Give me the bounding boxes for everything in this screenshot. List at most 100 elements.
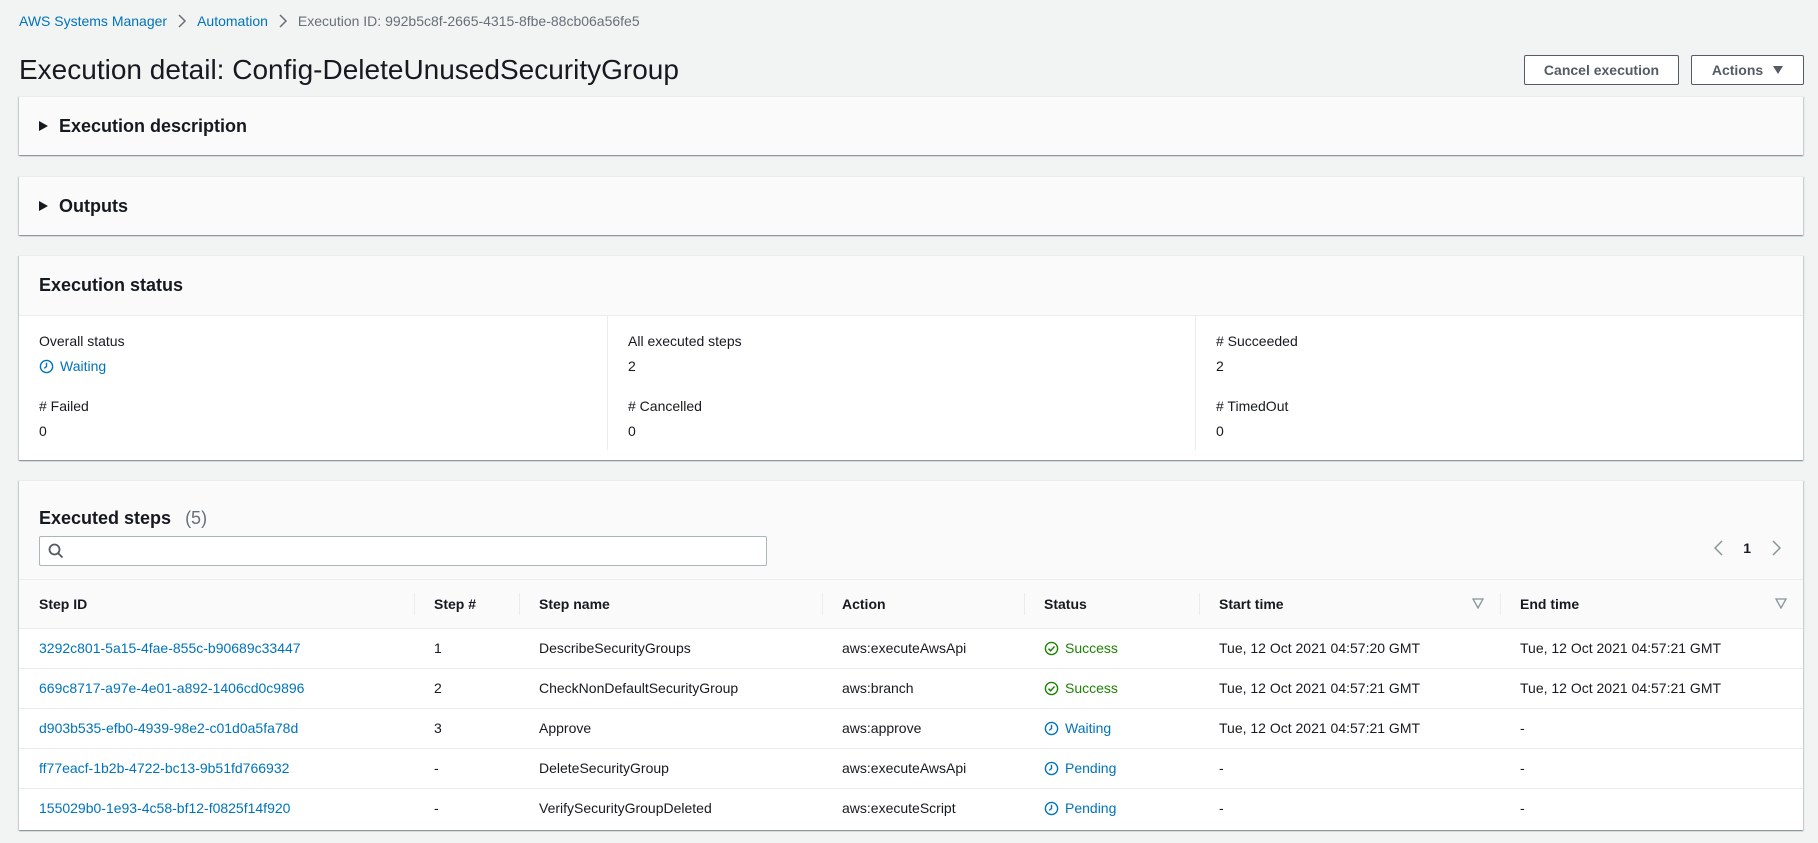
step-end-time: - (1500, 708, 1803, 749)
step-action: aws:approve (822, 708, 1024, 749)
column-header-action[interactable]: Action (822, 580, 1024, 629)
clock-icon (1044, 761, 1059, 775)
caret-right-icon (39, 201, 48, 211)
table-header-row: Step ID Step # Step name Action Status S… (19, 580, 1803, 629)
all-steps-value: 2 (628, 358, 636, 374)
failed-value: 0 (39, 423, 47, 439)
page-title: Execution detail: Config-DeleteUnusedSec… (19, 54, 679, 85)
timedout-label: # TimedOut (1216, 398, 1289, 414)
step-start-time: Tue, 12 Oct 2021 04:57:21 GMT (1199, 668, 1500, 709)
column-header-status[interactable]: Status (1024, 580, 1199, 629)
step-status: Success (1044, 680, 1199, 696)
sort-icon[interactable] (1472, 598, 1484, 609)
execution-status-title: Execution status (39, 275, 184, 295)
step-name: DeleteSecurityGroup (519, 748, 822, 789)
column-header-step-number[interactable]: Step # (414, 580, 519, 629)
executed-steps-title: Executed steps (39, 508, 172, 528)
succeeded-field: # Succeeded 2 (1216, 332, 1783, 375)
actions-label: Actions (1711, 62, 1764, 78)
cancelled-value: 0 (628, 423, 636, 439)
step-status: Success (1044, 640, 1199, 656)
step-status: Pending (1044, 760, 1199, 776)
step-number: 3 (414, 708, 519, 749)
step-action: aws:executeAwsApi (822, 628, 1024, 669)
step-id-link[interactable]: d903b535-efb0-4939-98e2-c01d0a5fa78d (39, 720, 298, 736)
steps-search-box[interactable] (39, 536, 767, 566)
all-steps-label: All executed steps (628, 333, 742, 349)
step-action: aws:branch (822, 668, 1024, 709)
cancel-execution-button[interactable]: Cancel execution (1524, 55, 1679, 85)
execution-description-title: Execution description (59, 115, 248, 136)
execution-description-toggle[interactable]: Execution description (19, 97, 1803, 155)
outputs-toggle[interactable]: Outputs (19, 177, 1803, 235)
sort-icon[interactable] (1775, 598, 1787, 609)
column-header-step-id[interactable]: Step ID (19, 580, 414, 629)
step-end-time: Tue, 12 Oct 2021 04:57:21 GMT (1500, 628, 1803, 669)
breadcrumb-automation[interactable]: Automation (197, 13, 268, 29)
step-status: Waiting (1044, 720, 1199, 736)
executed-steps-panel: Executed steps (5) 1 Step ID Step # Step… (19, 480, 1803, 830)
timedout-field: # TimedOut 0 (1216, 397, 1783, 440)
steps-toolbar: 1 (19, 536, 1803, 580)
outputs-title: Outputs (59, 195, 128, 216)
column-header-start-time[interactable]: Start time (1199, 580, 1500, 629)
step-start-time: - (1219, 800, 1224, 817)
execution-description-panel: Execution description (19, 96, 1803, 155)
check-circle-icon (1044, 681, 1059, 695)
table-row: 155029b0-1e93-4c58-bf12-f0825f14f920 - V… (19, 788, 1803, 828)
pagination: 1 (1711, 540, 1783, 556)
status-column-1: Overall status Waiting # Failed 0 (19, 316, 607, 450)
step-number: 2 (414, 668, 519, 709)
header-actions: Cancel execution Actions (1524, 55, 1804, 85)
clock-icon (1044, 801, 1059, 816)
succeeded-value: 2 (1216, 358, 1224, 374)
failed-field: # Failed 0 (39, 397, 587, 440)
overall-status-label: Overall status (39, 333, 125, 349)
table-row: d903b535-efb0-4939-98e2-c01d0a5fa78d 3 A… (19, 708, 1803, 749)
breadcrumb: AWS Systems Manager Automation Execution… (19, 11, 640, 31)
all-steps-field: All executed steps 2 (628, 332, 1175, 375)
step-number: 1 (414, 628, 519, 669)
step-id-link[interactable]: 155029b0-1e93-4c58-bf12-f0825f14f920 (39, 800, 290, 816)
step-id-link[interactable]: ff77eacf-1b2b-4722-bc13-9b51fd766932 (39, 760, 289, 776)
status-grid: Overall status Waiting # Failed 0 All ex… (19, 316, 1803, 450)
executed-steps-header: Executed steps (5) (19, 481, 1803, 536)
status-column-2: All executed steps 2 # Cancelled 0 (607, 316, 1195, 450)
chevron-right-icon (167, 14, 197, 28)
succeeded-label: # Succeeded (1216, 333, 1298, 349)
step-end-time: - (1500, 748, 1803, 789)
chevron-right-icon (268, 14, 298, 28)
breadcrumb-systems-manager[interactable]: AWS Systems Manager (19, 13, 167, 29)
timedout-value: 0 (1216, 423, 1224, 439)
step-start-time: - (1199, 748, 1500, 789)
cancelled-label: # Cancelled (628, 398, 702, 414)
step-action: aws:executeAwsApi (822, 748, 1024, 789)
executed-steps-count: (5) (185, 508, 208, 528)
table-row: ff77eacf-1b2b-4722-bc13-9b51fd766932 - D… (19, 748, 1803, 789)
caret-down-icon (1773, 66, 1784, 74)
table-row: 669c8717-a97e-4e01-a892-1406cd0c9896 2 C… (19, 668, 1803, 709)
failed-label: # Failed (39, 398, 89, 414)
current-page[interactable]: 1 (1743, 540, 1751, 556)
prev-page-icon[interactable] (1711, 540, 1725, 556)
step-end-time: - (1520, 800, 1525, 817)
overall-status-field: Overall status Waiting (39, 332, 587, 375)
next-page-icon[interactable] (1769, 540, 1783, 556)
caret-right-icon (39, 121, 48, 131)
column-header-end-time[interactable]: End time (1500, 580, 1803, 629)
check-circle-icon (1044, 641, 1059, 655)
outputs-panel: Outputs (19, 176, 1803, 235)
execution-status-header: Execution status (19, 256, 1803, 316)
step-id-link[interactable]: 3292c801-5a15-4fae-855c-b90689c33447 (39, 640, 301, 656)
steps-search-input[interactable] (70, 538, 766, 564)
column-header-step-name[interactable]: Step name (519, 580, 822, 629)
step-number: - (434, 800, 439, 817)
breadcrumb-current: Execution ID: 992b5c8f-2665-4315-8fbe-88… (297, 13, 640, 29)
executed-steps-table: Step ID Step # Step name Action Status S… (19, 580, 1803, 828)
step-id-link[interactable]: 669c8717-a97e-4e01-a892-1406cd0c9896 (39, 680, 304, 696)
clock-icon (39, 359, 54, 373)
step-name: Approve (519, 708, 822, 749)
actions-dropdown-button[interactable]: Actions (1691, 55, 1804, 85)
step-name: DescribeSecurityGroups (519, 628, 822, 669)
execution-status-panel: Execution status Overall status Waiting … (19, 255, 1803, 460)
